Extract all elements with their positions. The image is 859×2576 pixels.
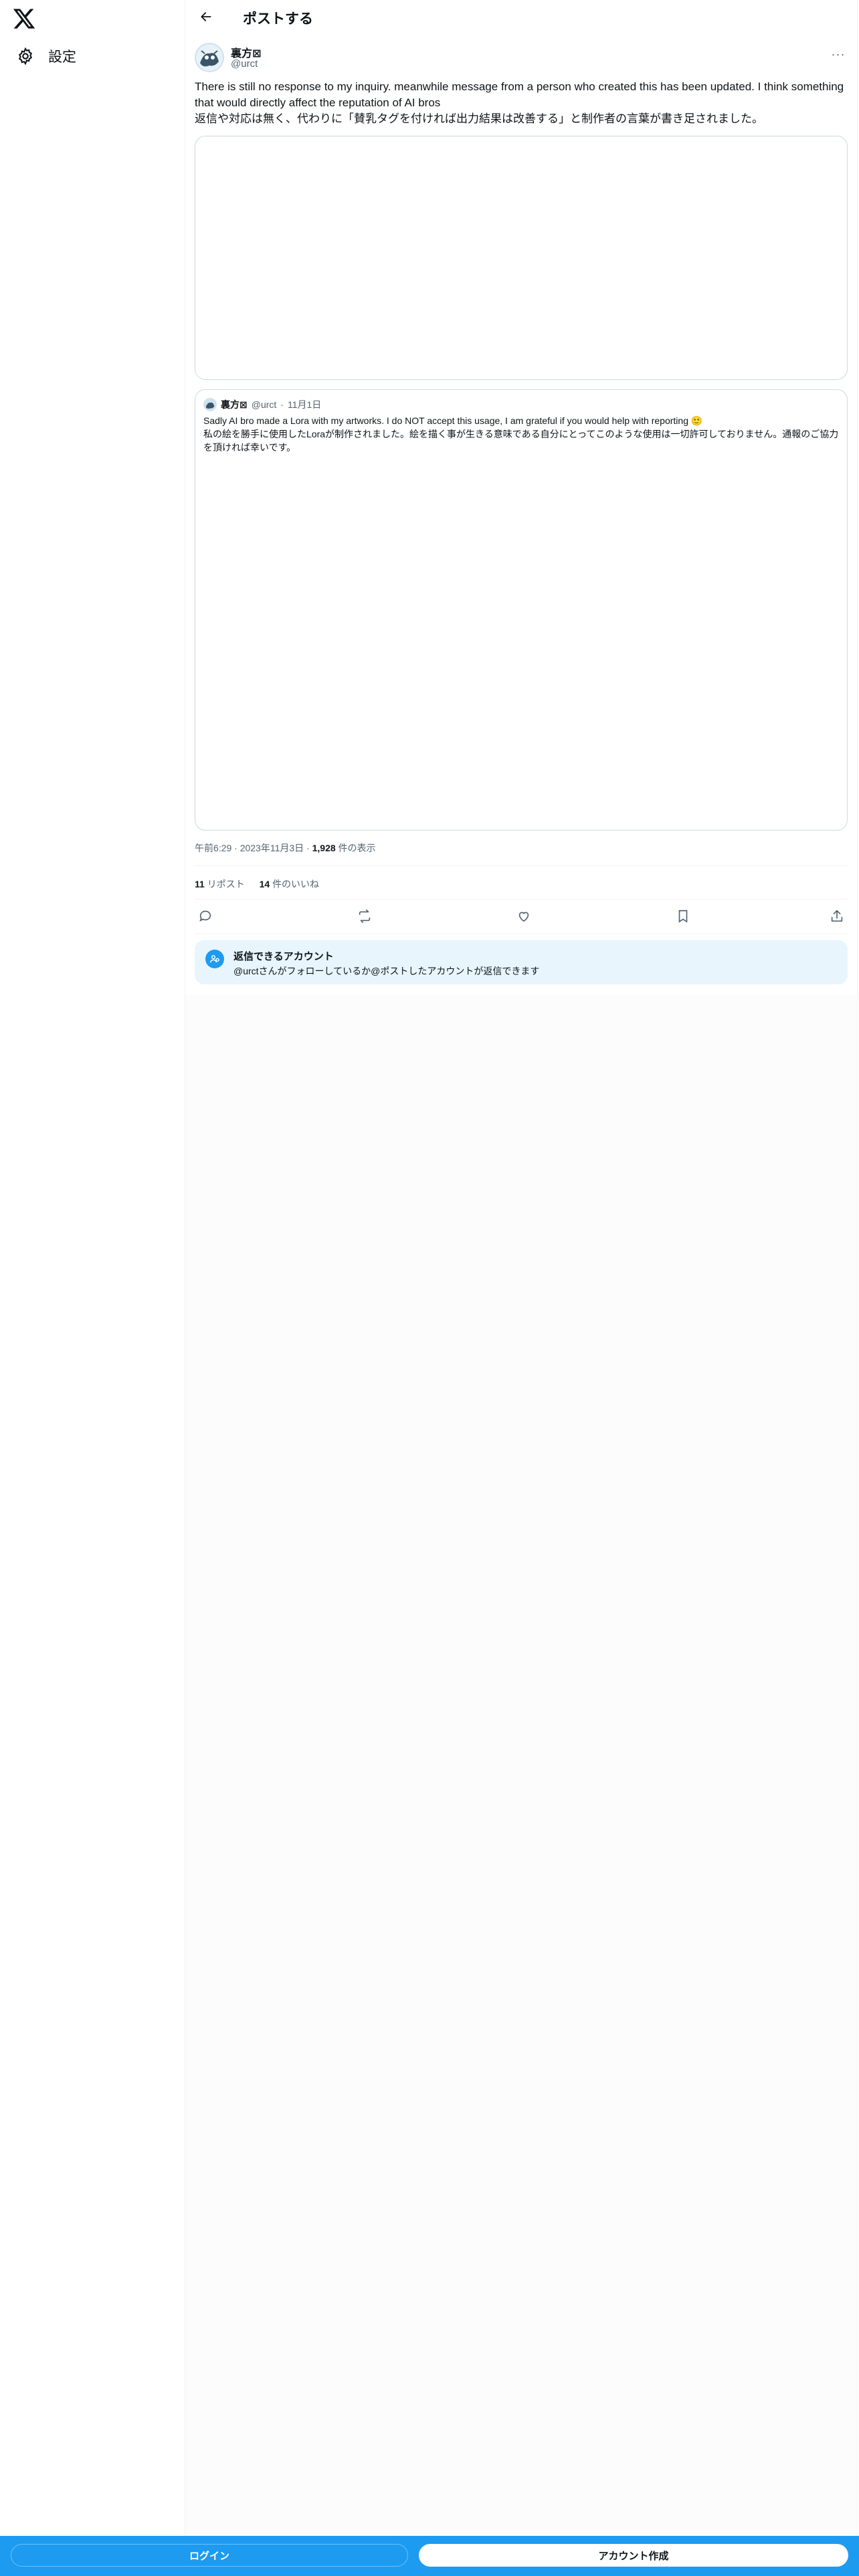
likes-count: 14 — [259, 879, 270, 889]
quoted-date: 11月1日 — [287, 399, 322, 410]
likes-label: 件のいいね — [272, 879, 320, 889]
repost-icon — [357, 909, 372, 927]
login-button[interactable]: ログイン — [11, 2544, 408, 2567]
quoted-post-header: 裏方⊠ @urct · 11月1日 — [203, 398, 321, 411]
post-detail: ポストする 裏方⊠ @urct ··· There is still no re… — [185, 0, 857, 995]
at-user-icon — [205, 950, 224, 968]
reposts-count: 11 — [195, 879, 205, 889]
divider — [195, 865, 848, 866]
reply-restriction-notice: 返信できるアカウント @urctさんがフォローしているか@ポストしたアカウントが… — [195, 940, 848, 984]
signup-button[interactable]: アカウント作成 — [419, 2544, 848, 2567]
bookmark-icon — [676, 909, 690, 927]
page-title: ポストする — [243, 11, 313, 27]
author-handle[interactable]: @urct — [231, 58, 258, 70]
quoted-author-name: 裏方⊠ — [221, 399, 248, 410]
reposts-stat[interactable]: 11 リポスト — [195, 879, 248, 889]
quoted-separator: · — [280, 399, 284, 410]
post-text-ja: 返信や対応は無く、代わりに「賛乳タグを付ければ出力結果は改善する」と制作者の言葉… — [195, 112, 763, 125]
share-button[interactable] — [826, 907, 848, 928]
quoted-text: Sadly AI bro made a Lora with my artwork… — [203, 414, 839, 454]
post-stats: 11 リポスト 14 件のいいね — [195, 877, 331, 891]
reposts-label: リポスト — [207, 879, 245, 889]
post-text-en: There is still no response to my inquiry… — [195, 80, 844, 109]
post-timestamp[interactable]: 午前6:29 · 2023年11月3日 — [195, 843, 304, 853]
quoted-avatar — [203, 398, 217, 411]
arrow-left-icon — [199, 10, 213, 27]
sidebar-item-label: 設定 — [48, 49, 76, 65]
gear-icon — [16, 47, 35, 66]
likes-stat[interactable]: 14 件のいいね — [260, 879, 319, 889]
page-header: ポストする — [185, 0, 857, 36]
main-column: ポストする 裏方⊠ @urct ··· There is still no re… — [185, 0, 858, 2576]
bottom-signup-bar: ログイン アカウント作成 — [0, 2536, 859, 2576]
more-horizontal-icon: ··· — [831, 47, 846, 61]
views-label: 件の表示 — [338, 843, 376, 853]
reply-button[interactable] — [195, 907, 216, 928]
post-author: 裏方⊠ @urct ··· — [195, 43, 850, 75]
quoted-text-en: Sadly AI bro made a Lora with my artwork… — [203, 415, 703, 426]
bookmark-button[interactable] — [672, 907, 694, 928]
repost-button[interactable] — [354, 907, 375, 928]
sidebar-item-settings[interactable]: 設定 — [9, 40, 83, 72]
post-text: There is still no response to my inquiry… — [195, 79, 845, 127]
reply-icon — [198, 909, 213, 927]
sidebar: 設定 — [0, 0, 185, 2576]
views-count: 1,928 — [312, 843, 336, 853]
post-actions — [195, 904, 848, 931]
quoted-post[interactable]: 裏方⊠ @urct · 11月1日 Sadly AI bro made a Lo… — [195, 389, 848, 831]
reply-restriction-title: 返信できるアカウント — [233, 951, 334, 962]
heart-icon — [516, 909, 531, 927]
share-icon — [830, 909, 844, 927]
x-logo-icon[interactable] — [12, 7, 36, 31]
more-options-button[interactable]: ··· — [826, 43, 850, 66]
post-timestamp-row: 午前6:29 · 2023年11月3日 · 1,928 件の表示 — [195, 843, 376, 853]
quoted-text-ja: 私の絵を勝手に使用したLoraが制作されました。絵を描く事が生きる意味である自分… — [203, 429, 839, 453]
back-button[interactable] — [193, 5, 219, 31]
like-button[interactable] — [513, 907, 535, 928]
post-media[interactable] — [195, 136, 848, 380]
avatar[interactable] — [195, 43, 224, 72]
quoted-author-handle: @urct — [251, 399, 277, 410]
reply-restriction-subtitle: @urctさんがフォローしているか@ポストしたアカウントが返信できます — [233, 966, 540, 976]
